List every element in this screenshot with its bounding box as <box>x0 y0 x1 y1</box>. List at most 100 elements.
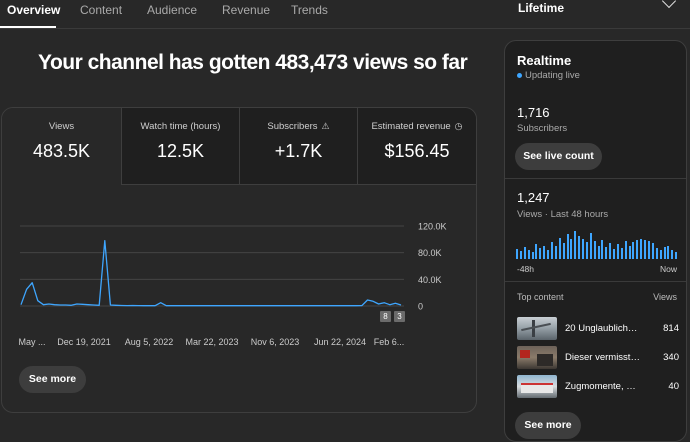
metric-tab-subscribers[interactable]: Subscribers ⚠ +1.7K <box>239 108 357 185</box>
video-thumbnail <box>517 317 557 340</box>
x-tick-label: Feb 6... <box>374 337 405 347</box>
metric-tab-revenue[interactable]: Estimated revenue ◷ $156.45 <box>357 108 476 185</box>
top-content-item[interactable]: Dieser vermisste ... 340 <box>517 346 681 370</box>
tab-audience[interactable]: Audience <box>147 3 197 17</box>
hourly-bar[interactable] <box>648 241 650 259</box>
hourly-bar[interactable] <box>620 247 623 259</box>
hourly-bar[interactable] <box>585 242 588 259</box>
x-tick-label: Aug 5, 2022 <box>125 337 174 347</box>
views-chart: 120.0K 80.0K 40.0K 0 May ... Dec 19, 2021 Aug … <box>2 203 476 353</box>
top-nav: Overview Content Audience Revenue Trends… <box>0 0 690 29</box>
axis-end-label: Now <box>659 264 677 274</box>
hourly-bar[interactable] <box>632 242 635 259</box>
hourly-views-chart <box>516 231 679 259</box>
x-tick-label: Nov 6, 2023 <box>251 337 300 347</box>
tab-revenue[interactable]: Revenue <box>222 3 270 17</box>
warning-icon[interactable]: ⚠ <box>322 121 330 132</box>
tab-content[interactable]: Content <box>80 3 122 17</box>
views-48h-label: Views · Last 48 hours <box>517 209 609 220</box>
top-content-metric: Views <box>653 292 677 302</box>
hourly-bar[interactable] <box>671 250 674 259</box>
overview-card: Views 483.5K Watch time (hours) 12.5K Su… <box>1 107 477 413</box>
see-more-button[interactable]: See more <box>19 366 86 393</box>
clock-icon[interactable]: ◷ <box>455 121 463 132</box>
period-selector-label[interactable]: Lifetime <box>518 1 564 15</box>
y-tick-label: 40.0K <box>418 275 442 285</box>
realtime-title: Realtime <box>517 53 572 68</box>
hourly-bar[interactable] <box>655 247 658 259</box>
metric-label: Estimated revenue <box>371 121 451 133</box>
video-title: Dieser vermisste ... <box>565 352 641 363</box>
y-tick-label: 0 <box>418 302 423 312</box>
event-marker-badge[interactable]: 8 <box>380 311 391 322</box>
realtime-card: Realtime Updating live 1,716 Subscribers… <box>504 40 687 442</box>
hourly-bar[interactable] <box>616 244 619 259</box>
video-views: 814 <box>663 323 679 334</box>
subscriber-count: 1,716 <box>517 105 550 120</box>
metric-label: Subscribers <box>267 121 318 133</box>
hourly-bar[interactable] <box>593 241 596 259</box>
hourly-bar[interactable] <box>519 251 522 259</box>
hourly-bar[interactable] <box>601 240 604 259</box>
subscriber-label: Subscribers <box>517 123 568 134</box>
views-line-chart: 120.0K 80.0K 40.0K 0 May ... Dec 19, 2021 Aug … <box>18 222 447 348</box>
hourly-bar[interactable] <box>535 244 538 259</box>
hourly-bar[interactable] <box>527 250 530 259</box>
hourly-bar[interactable] <box>582 238 584 259</box>
realtime-see-more-button[interactable]: See more <box>515 412 581 439</box>
hourly-bar[interactable] <box>574 231 577 259</box>
chevron-down-icon[interactable] <box>661 0 677 9</box>
hourly-bar[interactable] <box>543 245 546 259</box>
hourly-bar[interactable] <box>550 242 553 259</box>
hourly-bar[interactable] <box>636 240 639 259</box>
hourly-bar[interactable] <box>628 245 631 259</box>
divider <box>505 281 686 282</box>
video-views: 40 <box>668 381 679 392</box>
hourly-bar[interactable] <box>624 241 627 259</box>
top-content-item[interactable]: 20 Unglaubliche ... 814 <box>517 317 681 341</box>
page-title: Your channel has gotten 483,473 views so… <box>38 51 468 74</box>
active-tab-indicator <box>0 26 56 28</box>
hourly-bar[interactable] <box>644 240 647 259</box>
hourly-bar[interactable] <box>640 238 643 259</box>
metric-tab-watch-time[interactable]: Watch time (hours) 12.5K <box>121 108 239 185</box>
views-series-line[interactable] <box>20 240 402 307</box>
hourly-bar[interactable] <box>659 250 662 259</box>
metric-tab-views[interactable]: Views 483.5K <box>2 108 121 185</box>
hourly-bar[interactable] <box>651 243 654 259</box>
hourly-bar[interactable] <box>609 243 612 259</box>
hourly-bar[interactable] <box>558 237 561 259</box>
hourly-bar[interactable] <box>516 248 518 259</box>
hourly-bar[interactable] <box>539 247 542 259</box>
hourly-bar[interactable] <box>675 252 678 259</box>
metric-value: 483.5K <box>32 141 91 161</box>
hourly-bar[interactable] <box>547 250 549 259</box>
hourly-bar[interactable] <box>605 246 608 259</box>
hourly-bar[interactable] <box>597 245 600 259</box>
hourly-bar[interactable] <box>570 238 573 259</box>
hourly-bar[interactable] <box>589 233 592 259</box>
metric-label: Watch time (hours) <box>140 121 221 132</box>
hourly-bar[interactable] <box>554 245 557 259</box>
tab-overview[interactable]: Overview <box>7 3 60 17</box>
video-title: 20 Unglaubliche ... <box>565 323 641 334</box>
top-content-item[interactable]: Zugmomente, die ... 40 <box>517 375 681 399</box>
see-live-count-button[interactable]: See live count <box>515 143 602 170</box>
hourly-bar[interactable] <box>562 243 565 259</box>
hourly-bar[interactable] <box>566 234 569 259</box>
x-tick-label: Mar 22, 2023 <box>185 337 238 347</box>
hourly-bar[interactable] <box>667 245 670 259</box>
hourly-bar[interactable] <box>613 248 615 259</box>
y-tick-label: 120.0K <box>418 222 447 232</box>
divider <box>505 178 686 179</box>
tab-trends[interactable]: Trends <box>291 3 328 17</box>
video-title: Zugmomente, die ... <box>565 381 641 392</box>
hourly-bar[interactable] <box>523 246 526 259</box>
hourly-bar[interactable] <box>578 235 581 259</box>
hourly-bar[interactable] <box>663 246 666 259</box>
x-tick-label: Dec 19, 2021 <box>57 337 111 347</box>
hourly-bar[interactable] <box>531 252 534 259</box>
event-marker-badge[interactable]: 3 <box>394 311 405 322</box>
x-tick-label: May ... <box>18 337 45 347</box>
axis-start-label: -48h <box>517 264 535 274</box>
